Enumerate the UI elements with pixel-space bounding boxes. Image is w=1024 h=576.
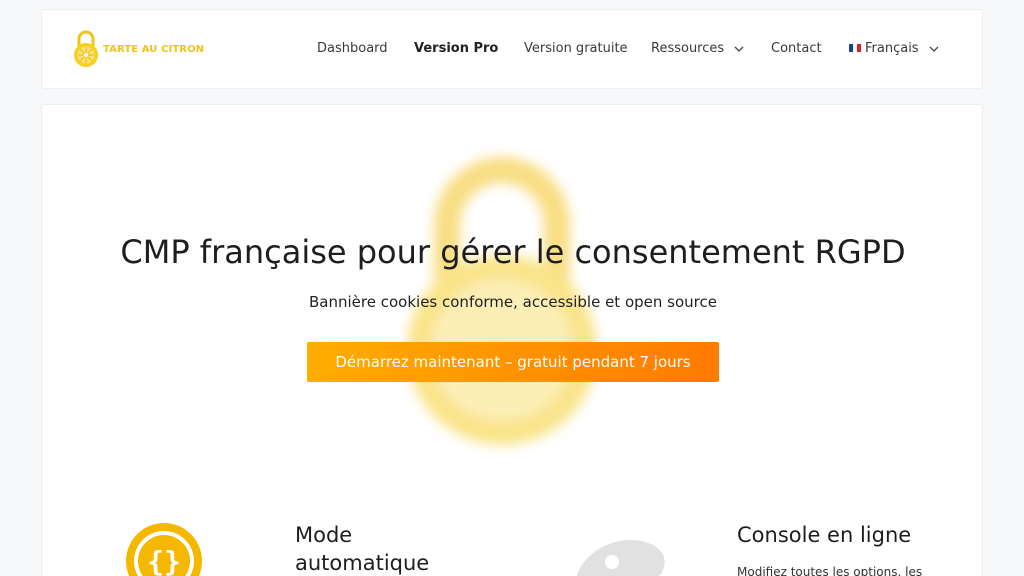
chevron-down-icon (929, 46, 939, 52)
svg-text:{}: {} (147, 545, 181, 576)
site-header: TARTE AU CITRON Dashboard Version Pro Ve… (41, 9, 983, 89)
code-braces-icon: {} (126, 523, 202, 576)
chevron-down-icon (734, 46, 744, 52)
feature-text-console: Modifiez toutes les options, les (737, 565, 923, 576)
nav-ressources-label: Ressources (651, 41, 725, 56)
feature-title-console: Console en ligne (737, 523, 912, 547)
hero-section: CMP française pour gérer le consentement… (41, 104, 983, 576)
feature-title-mode-line1: Mode (295, 523, 353, 547)
nav-version-pro[interactable]: Version Pro (414, 41, 498, 56)
start-trial-button[interactable]: Démarrez maintenant – gratuit pendant 7 … (307, 342, 719, 382)
nav-language-label: Français (865, 41, 919, 56)
nav-contact[interactable]: Contact (771, 41, 822, 56)
main-nav: Dashboard Version Pro Version gratuite R… (42, 10, 982, 90)
feature-title-mode: Mode automatique (295, 521, 429, 576)
nav-ressources[interactable]: Ressources (651, 41, 744, 56)
nav-language[interactable]: Français (849, 41, 939, 56)
palette-icon (577, 539, 665, 576)
hero-subtitle: Bannière cookies conforme, accessible et… (309, 293, 717, 311)
hero-title: CMP française pour gérer le consentement… (120, 233, 906, 271)
flag-france-icon (849, 43, 861, 52)
nav-dashboard[interactable]: Dashboard (317, 41, 388, 56)
feature-title-mode-line2: automatique (295, 551, 430, 575)
nav-version-gratuite[interactable]: Version gratuite (524, 41, 628, 56)
